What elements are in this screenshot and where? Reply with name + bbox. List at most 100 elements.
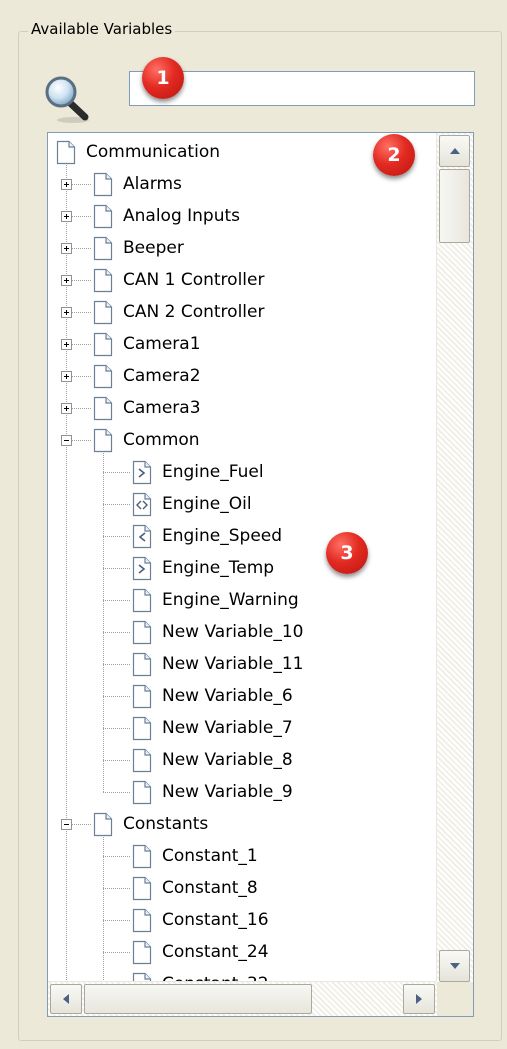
tree-connector [103, 472, 130, 473]
tree-node[interactable]: New Variable_6 [132, 680, 293, 712]
expand-button[interactable] [61, 211, 72, 222]
tree-node[interactable]: Constant_16 [132, 904, 269, 936]
document-icon [93, 396, 123, 421]
bidirectional-variable-icon [132, 492, 162, 517]
tree-node[interactable]: Engine_Warning [132, 584, 299, 616]
tree-node-label: New Variable_7 [162, 718, 293, 738]
tree-node-label: Engine_Oil [162, 494, 252, 514]
tree-node[interactable]: Alarms [93, 168, 182, 200]
tree-node-label: Communication [86, 142, 220, 162]
expand-button[interactable] [61, 307, 72, 318]
document-icon [93, 428, 123, 453]
document-icon [93, 300, 123, 325]
tree-node[interactable]: New Variable_10 [132, 616, 303, 648]
expand-button[interactable] [61, 371, 72, 382]
scroll-down-button[interactable] [439, 950, 470, 982]
document-icon [93, 332, 123, 357]
tree-node[interactable]: New Variable_9 [132, 776, 293, 808]
tree-node[interactable]: Constant_8 [132, 872, 258, 904]
tree-connector [103, 760, 130, 761]
tree-connector [103, 632, 130, 633]
vertical-scrollbar[interactable] [436, 133, 473, 984]
tree-node[interactable]: Engine_Speed [132, 520, 282, 552]
expand-button[interactable] [61, 179, 72, 190]
tree-connector [103, 504, 130, 505]
input-variable-icon [132, 524, 162, 549]
tree-connector [103, 536, 130, 537]
expand-button[interactable] [61, 339, 72, 350]
tree-node-label: New Variable_6 [162, 686, 293, 706]
tree-node[interactable]: Camera3 [93, 392, 201, 424]
tree-node[interactable]: New Variable_7 [132, 712, 293, 744]
group-title: Available Variables [28, 20, 176, 38]
document-icon [93, 812, 123, 837]
document-icon [132, 748, 162, 773]
tree-node[interactable]: Camera1 [93, 328, 201, 360]
tree-node[interactable]: New Variable_8 [132, 744, 293, 776]
tree-node[interactable]: Constant_1 [132, 840, 258, 872]
tree-node[interactable]: Engine_Temp [132, 552, 274, 584]
tree-node[interactable]: Beeper [93, 232, 184, 264]
minus-icon [64, 824, 69, 825]
tree-connector [103, 856, 130, 857]
tree-connector [103, 952, 130, 953]
arrow-down-icon [449, 963, 460, 969]
document-icon [132, 908, 162, 933]
tree-node[interactable]: Engine_Oil [132, 488, 252, 520]
tree-node[interactable]: Constant_24 [132, 936, 269, 968]
tree-node-label: Engine_Warning [162, 590, 299, 610]
tree-connector [103, 792, 130, 793]
plus-icon [64, 278, 69, 283]
variables-tree[interactable]: Communication Alarms Analog Inputs Beeper CA… [47, 132, 474, 1017]
plus-icon [64, 342, 69, 347]
tree-node-label: New Variable_11 [162, 654, 304, 674]
scrollbar-corner [437, 982, 473, 1016]
document-icon [132, 588, 162, 613]
document-icon [56, 140, 86, 165]
tree-node[interactable]: CAN 2 Controller [93, 296, 264, 328]
document-icon [132, 876, 162, 901]
tree-node-label: Common [123, 430, 200, 450]
tree-node[interactable]: Camera2 [93, 360, 201, 392]
tree-node-label: Engine_Speed [162, 526, 283, 546]
output-variable-icon [132, 460, 162, 485]
tree-connector [103, 888, 130, 889]
expand-button[interactable] [61, 275, 72, 286]
document-icon [132, 684, 162, 709]
plus-icon [64, 374, 69, 379]
tree-node[interactable]: Communication [56, 136, 220, 168]
document-icon [93, 204, 123, 229]
tree-node[interactable]: Analog Inputs [93, 200, 240, 232]
scroll-left-button[interactable] [50, 984, 82, 1014]
document-icon [132, 844, 162, 869]
tree-node[interactable]: Constants [93, 808, 208, 840]
callout-badge-2: 2 [373, 134, 415, 176]
scroll-up-button[interactable] [439, 135, 470, 167]
tree-node[interactable]: CAN 1 Controller [93, 264, 264, 296]
tree-node-label: New Variable_10 [162, 622, 304, 642]
plus-icon [64, 310, 69, 315]
horizontal-scrollbar[interactable] [48, 981, 437, 1016]
tree-node-label: Camera3 [123, 398, 201, 418]
horizontal-scroll-thumb[interactable] [84, 984, 312, 1014]
plus-icon [64, 246, 69, 251]
tree-node-label: CAN 2 Controller [123, 302, 265, 322]
tree-node-label: Camera1 [123, 334, 201, 354]
tree-connector [103, 450, 104, 792]
document-icon [132, 620, 162, 645]
tree-connector [103, 920, 130, 921]
document-icon [132, 652, 162, 677]
tree-node[interactable]: New Variable_11 [132, 648, 303, 680]
collapse-button[interactable] [61, 435, 72, 446]
tree-node[interactable]: Engine_Fuel [132, 456, 264, 488]
output-variable-icon [132, 556, 162, 581]
document-icon [93, 236, 123, 261]
expand-button[interactable] [61, 243, 72, 254]
scroll-right-button[interactable] [403, 984, 435, 1014]
vertical-scroll-thumb[interactable] [439, 169, 470, 243]
tree-node-label: Constant_8 [162, 878, 258, 898]
tree-node[interactable]: Common [93, 424, 200, 456]
collapse-button[interactable] [61, 819, 72, 830]
tree-connector [103, 568, 130, 569]
expand-button[interactable] [61, 403, 72, 414]
